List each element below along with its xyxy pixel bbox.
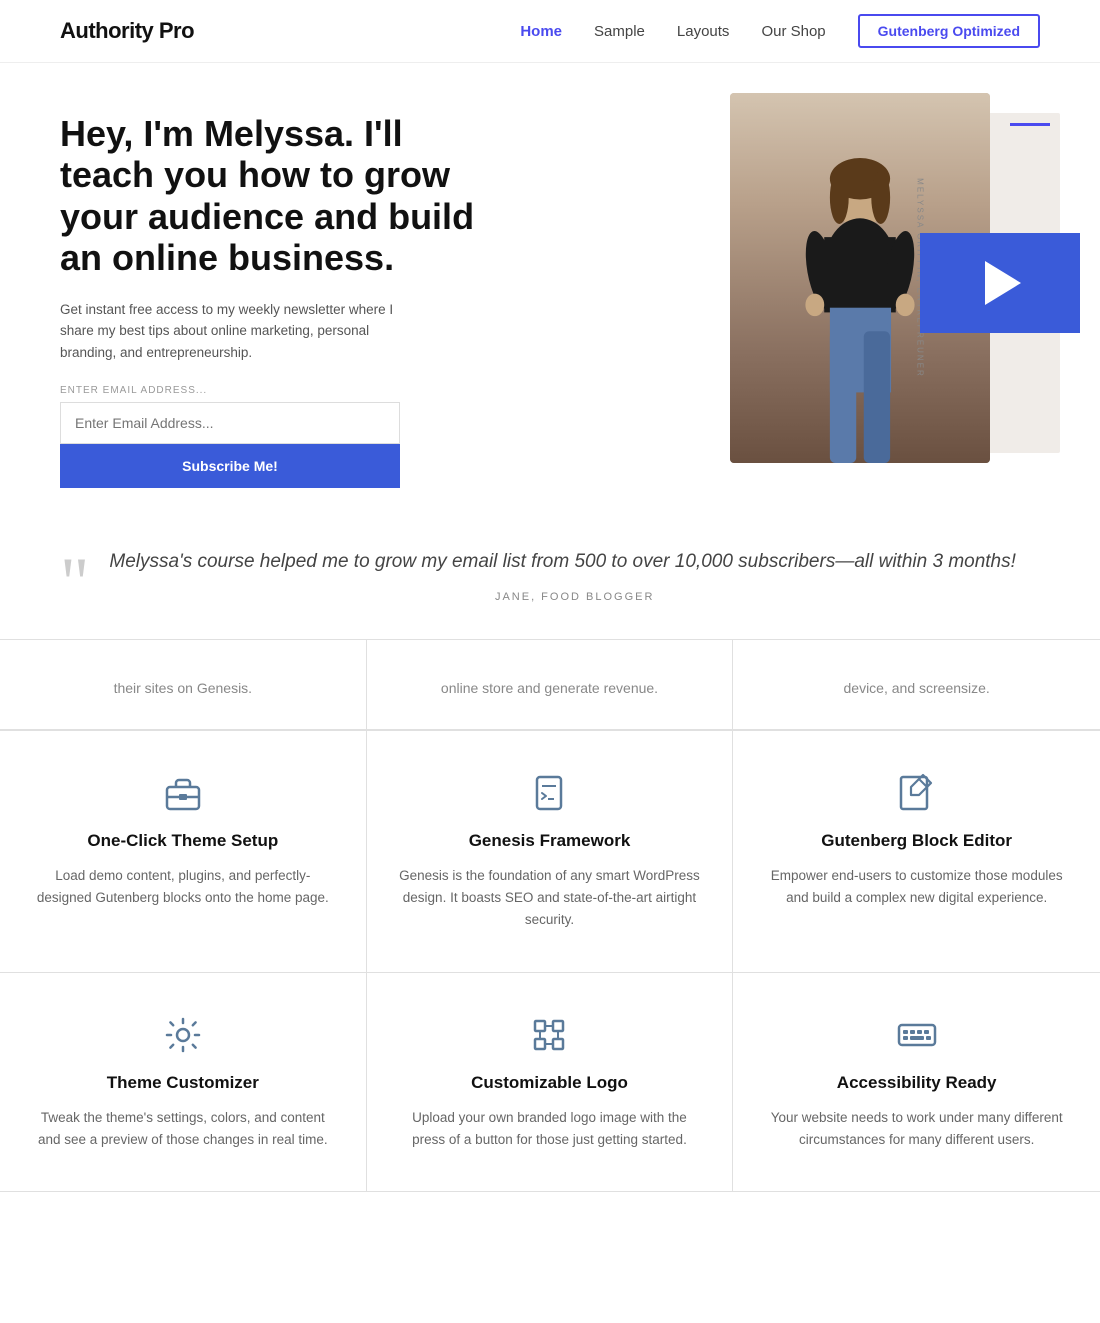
- feature-desc-4: Tweak the theme's settings, colors, and …: [30, 1107, 336, 1152]
- feature-top-text-3: device, and screensize.: [844, 678, 990, 699]
- hero-description: Get instant free access to my weekly new…: [60, 299, 420, 364]
- feature-desc-5: Upload your own branded logo image with …: [397, 1107, 703, 1152]
- hero-section: Hey, I'm Melyssa. I'll teach you how to …: [0, 63, 1100, 508]
- feature-title-1: One-Click Theme Setup: [30, 831, 336, 851]
- feature-one-click-setup: One-Click Theme Setup Load demo content,…: [0, 731, 367, 973]
- hero-left: Hey, I'm Melyssa. I'll teach you how to …: [60, 93, 700, 488]
- nav-layouts[interactable]: Layouts: [677, 23, 730, 40]
- hero-blue-line: [1010, 123, 1050, 126]
- feature-accessibility: Accessibility Ready Your website needs t…: [733, 973, 1100, 1193]
- testimonial-text-wrap: Melyssa's course helped me to grow my em…: [109, 548, 1040, 603]
- feature-title-3: Gutenberg Block Editor: [763, 831, 1070, 851]
- video-play-button[interactable]: [920, 233, 1080, 333]
- feature-theme-customizer: Theme Customizer Tweak the theme's setti…: [0, 973, 367, 1193]
- subscribe-button[interactable]: Subscribe Me!: [60, 444, 400, 488]
- header: Authority Pro Home Sample Layouts Our Sh…: [0, 0, 1100, 63]
- features-grid-main: One-Click Theme Setup Load demo content,…: [0, 730, 1100, 1192]
- feature-title-6: Accessibility Ready: [763, 1073, 1070, 1093]
- feature-desc-1: Load demo content, plugins, and perfectl…: [30, 865, 336, 910]
- feature-customizable-logo: Customizable Logo Upload your own brande…: [367, 973, 734, 1193]
- main-nav: Home Sample Layouts Our Shop Gutenberg O…: [520, 14, 1040, 48]
- feature-desc-2: Genesis is the foundation of any smart W…: [397, 865, 703, 932]
- code-icon: [527, 771, 571, 815]
- site-logo[interactable]: Authority Pro: [60, 18, 194, 44]
- testimonial-section: " Melyssa's course helped me to grow my …: [0, 508, 1100, 638]
- feature-cell-top-1: their sites on Genesis.: [0, 640, 367, 730]
- hero-title: Hey, I'm Melyssa. I'll teach you how to …: [60, 113, 500, 279]
- feature-title-2: Genesis Framework: [397, 831, 703, 851]
- quote-mark: ": [60, 558, 89, 608]
- feature-desc-6: Your website needs to work under many di…: [763, 1107, 1070, 1152]
- email-input[interactable]: [60, 402, 400, 444]
- gutenberg-optimized-button[interactable]: Gutenberg Optimized: [858, 14, 1040, 48]
- testimonial-author: Jane, Food Blogger: [109, 591, 1040, 603]
- hero-form: Enter Email Address... Subscribe Me!: [60, 385, 400, 488]
- feature-title-5: Customizable Logo: [397, 1073, 703, 1093]
- nav-home[interactable]: Home: [520, 23, 562, 40]
- nav-sample[interactable]: Sample: [594, 23, 645, 40]
- briefcase-icon: [161, 771, 205, 815]
- feature-cell-top-2: online store and generate revenue.: [367, 640, 734, 730]
- testimonial-quote: Melyssa's course helped me to grow my em…: [109, 548, 1040, 577]
- nav-our-shop[interactable]: Our Shop: [761, 23, 825, 40]
- feature-cell-top-3: device, and screensize.: [733, 640, 1100, 730]
- play-icon: [985, 261, 1021, 305]
- feature-top-text-2: online store and generate revenue.: [441, 678, 658, 699]
- feature-gutenberg-editor: Gutenberg Block Editor Empower end-users…: [733, 731, 1100, 973]
- hero-right: Melyssa Griffin, Entrepreuner: [700, 93, 1040, 488]
- email-label: Enter Email Address...: [60, 385, 400, 396]
- frame-icon: [527, 1013, 571, 1057]
- feature-desc-3: Empower end-users to customize those mod…: [763, 865, 1070, 910]
- feature-title-4: Theme Customizer: [30, 1073, 336, 1093]
- edit-icon: [895, 771, 939, 815]
- feature-top-text-1: their sites on Genesis.: [114, 678, 253, 699]
- features-grid-top: their sites on Genesis. online store and…: [0, 639, 1100, 730]
- gear-icon: [161, 1013, 205, 1057]
- keyboard-icon: [895, 1013, 939, 1057]
- feature-genesis-framework: Genesis Framework Genesis is the foundat…: [367, 731, 734, 973]
